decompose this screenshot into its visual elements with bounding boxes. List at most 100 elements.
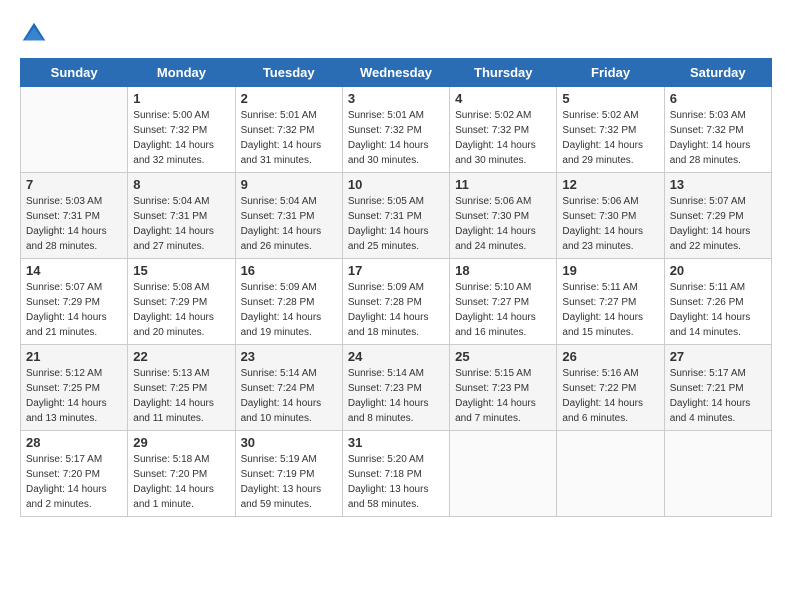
day-info: Sunrise: 5:17 AMSunset: 7:20 PMDaylight:… xyxy=(26,452,122,512)
day-info: Sunrise: 5:11 AMSunset: 7:27 PMDaylight:… xyxy=(562,280,658,340)
calendar-day-cell xyxy=(450,431,557,517)
calendar-day-cell: 23Sunrise: 5:14 AMSunset: 7:24 PMDayligh… xyxy=(235,345,342,431)
day-number: 25 xyxy=(455,349,551,364)
calendar-week-row: 1 Sunrise: 5:00 AMSunset: 7:32 PMDaylight… xyxy=(21,87,772,173)
weekday-header: Thursday xyxy=(450,59,557,87)
day-info: Sunrise: 5:15 AMSunset: 7:23 PMDaylight:… xyxy=(455,366,551,426)
calendar-day-cell xyxy=(21,87,128,173)
day-info: Sunrise: 5:04 AMSunset: 7:31 PMDaylight:… xyxy=(241,194,337,254)
day-info: Sunrise: 5:06 AMSunset: 7:30 PMDaylight:… xyxy=(455,194,551,254)
weekday-row: SundayMondayTuesdayWednesdayThursdayFrid… xyxy=(21,59,772,87)
day-number: 19 xyxy=(562,263,658,278)
day-info: Sunrise: 5:14 AMSunset: 7:23 PMDaylight:… xyxy=(348,366,444,426)
day-number: 31 xyxy=(348,435,444,450)
calendar-day-cell: 9 Sunrise: 5:04 AMSunset: 7:31 PMDaylight… xyxy=(235,173,342,259)
calendar-day-cell: 1 Sunrise: 5:00 AMSunset: 7:32 PMDaylight… xyxy=(128,87,235,173)
day-info: Sunrise: 5:08 AMSunset: 7:29 PMDaylight:… xyxy=(133,280,229,340)
day-info: Sunrise: 5:02 AMSunset: 7:32 PMDaylight:… xyxy=(455,108,551,168)
day-number: 28 xyxy=(26,435,122,450)
calendar-day-cell: 18Sunrise: 5:10 AMSunset: 7:27 PMDayligh… xyxy=(450,259,557,345)
calendar-day-cell: 5 Sunrise: 5:02 AMSunset: 7:32 PMDaylight… xyxy=(557,87,664,173)
calendar-day-cell: 11Sunrise: 5:06 AMSunset: 7:30 PMDayligh… xyxy=(450,173,557,259)
calendar-day-cell: 4 Sunrise: 5:02 AMSunset: 7:32 PMDaylight… xyxy=(450,87,557,173)
calendar-day-cell xyxy=(557,431,664,517)
day-info: Sunrise: 5:16 AMSunset: 7:22 PMDaylight:… xyxy=(562,366,658,426)
day-info: Sunrise: 5:18 AMSunset: 7:20 PMDaylight:… xyxy=(133,452,229,512)
day-info: Sunrise: 5:03 AMSunset: 7:32 PMDaylight:… xyxy=(670,108,766,168)
calendar-day-cell: 14 Sunrise: 5:07 AMSunset: 7:29 PMDayligh… xyxy=(21,259,128,345)
day-number: 16 xyxy=(241,263,337,278)
day-number: 20 xyxy=(670,263,766,278)
calendar-day-cell: 24 Sunrise: 5:14 AMSunset: 7:23 PMDayligh… xyxy=(342,345,449,431)
day-number: 18 xyxy=(455,263,551,278)
weekday-header: Friday xyxy=(557,59,664,87)
day-info: Sunrise: 5:13 AMSunset: 7:25 PMDaylight:… xyxy=(133,366,229,426)
day-number: 4 xyxy=(455,91,551,106)
weekday-header: Sunday xyxy=(21,59,128,87)
day-number: 5 xyxy=(562,91,658,106)
calendar-table: SundayMondayTuesdayWednesdayThursdayFrid… xyxy=(20,58,772,517)
logo-icon xyxy=(20,20,48,48)
day-info: Sunrise: 5:07 AMSunset: 7:29 PMDaylight:… xyxy=(26,280,122,340)
calendar-header: SundayMondayTuesdayWednesdayThursdayFrid… xyxy=(21,59,772,87)
day-number: 17 xyxy=(348,263,444,278)
day-number: 29 xyxy=(133,435,229,450)
weekday-header: Saturday xyxy=(664,59,771,87)
day-info: Sunrise: 5:00 AMSunset: 7:32 PMDaylight:… xyxy=(133,108,229,168)
calendar-day-cell: 12 Sunrise: 5:06 AMSunset: 7:30 PMDayligh… xyxy=(557,173,664,259)
calendar-week-row: 28 Sunrise: 5:17 AMSunset: 7:20 PMDayligh… xyxy=(21,431,772,517)
weekday-header: Wednesday xyxy=(342,59,449,87)
day-number: 30 xyxy=(241,435,337,450)
day-info: Sunrise: 5:12 AMSunset: 7:25 PMDaylight:… xyxy=(26,366,122,426)
day-number: 7 xyxy=(26,177,122,192)
day-number: 26 xyxy=(562,349,658,364)
day-number: 1 xyxy=(133,91,229,106)
calendar-day-cell: 2 Sunrise: 5:01 AMSunset: 7:32 PMDaylight… xyxy=(235,87,342,173)
calendar-day-cell: 3Sunrise: 5:01 AMSunset: 7:32 PMDaylight… xyxy=(342,87,449,173)
weekday-header: Monday xyxy=(128,59,235,87)
calendar-day-cell: 16 Sunrise: 5:09 AMSunset: 7:28 PMDayligh… xyxy=(235,259,342,345)
calendar-day-cell: 8 Sunrise: 5:04 AMSunset: 7:31 PMDaylight… xyxy=(128,173,235,259)
calendar-day-cell: 22 Sunrise: 5:13 AMSunset: 7:25 PMDayligh… xyxy=(128,345,235,431)
calendar-day-cell: 13 Sunrise: 5:07 AMSunset: 7:29 PMDayligh… xyxy=(664,173,771,259)
day-number: 12 xyxy=(562,177,658,192)
calendar-body: 1 Sunrise: 5:00 AMSunset: 7:32 PMDaylight… xyxy=(21,87,772,517)
calendar-day-cell xyxy=(664,431,771,517)
weekday-header: Tuesday xyxy=(235,59,342,87)
day-info: Sunrise: 5:03 AMSunset: 7:31 PMDaylight:… xyxy=(26,194,122,254)
calendar-day-cell: 19 Sunrise: 5:11 AMSunset: 7:27 PMDayligh… xyxy=(557,259,664,345)
calendar-day-cell: 17Sunrise: 5:09 AMSunset: 7:28 PMDayligh… xyxy=(342,259,449,345)
calendar-day-cell: 20 Sunrise: 5:11 AMSunset: 7:26 PMDayligh… xyxy=(664,259,771,345)
calendar-day-cell: 15 Sunrise: 5:08 AMSunset: 7:29 PMDayligh… xyxy=(128,259,235,345)
day-number: 15 xyxy=(133,263,229,278)
day-info: Sunrise: 5:04 AMSunset: 7:31 PMDaylight:… xyxy=(133,194,229,254)
calendar-day-cell: 25 Sunrise: 5:15 AMSunset: 7:23 PMDayligh… xyxy=(450,345,557,431)
calendar-day-cell: 10Sunrise: 5:05 AMSunset: 7:31 PMDayligh… xyxy=(342,173,449,259)
logo xyxy=(20,20,52,48)
day-number: 22 xyxy=(133,349,229,364)
day-number: 13 xyxy=(670,177,766,192)
day-info: Sunrise: 5:06 AMSunset: 7:30 PMDaylight:… xyxy=(562,194,658,254)
calendar-week-row: 14 Sunrise: 5:07 AMSunset: 7:29 PMDayligh… xyxy=(21,259,772,345)
day-info: Sunrise: 5:11 AMSunset: 7:26 PMDaylight:… xyxy=(670,280,766,340)
calendar-day-cell: 7 Sunrise: 5:03 AMSunset: 7:31 PMDaylight… xyxy=(21,173,128,259)
calendar-day-cell: 26 Sunrise: 5:16 AMSunset: 7:22 PMDayligh… xyxy=(557,345,664,431)
day-info: Sunrise: 5:01 AMSunset: 7:32 PMDaylight:… xyxy=(348,108,444,168)
day-number: 9 xyxy=(241,177,337,192)
day-info: Sunrise: 5:02 AMSunset: 7:32 PMDaylight:… xyxy=(562,108,658,168)
day-number: 8 xyxy=(133,177,229,192)
day-number: 10 xyxy=(348,177,444,192)
day-number: 24 xyxy=(348,349,444,364)
day-info: Sunrise: 5:19 AMSunset: 7:19 PMDaylight:… xyxy=(241,452,337,512)
calendar-week-row: 7 Sunrise: 5:03 AMSunset: 7:31 PMDaylight… xyxy=(21,173,772,259)
calendar-day-cell: 29 Sunrise: 5:18 AMSunset: 7:20 PMDayligh… xyxy=(128,431,235,517)
day-info: Sunrise: 5:07 AMSunset: 7:29 PMDaylight:… xyxy=(670,194,766,254)
day-number: 14 xyxy=(26,263,122,278)
day-number: 23 xyxy=(241,349,337,364)
calendar-day-cell: 31Sunrise: 5:20 AMSunset: 7:18 PMDayligh… xyxy=(342,431,449,517)
day-number: 2 xyxy=(241,91,337,106)
day-info: Sunrise: 5:01 AMSunset: 7:32 PMDaylight:… xyxy=(241,108,337,168)
day-number: 21 xyxy=(26,349,122,364)
calendar-day-cell: 28 Sunrise: 5:17 AMSunset: 7:20 PMDayligh… xyxy=(21,431,128,517)
day-info: Sunrise: 5:09 AMSunset: 7:28 PMDaylight:… xyxy=(241,280,337,340)
